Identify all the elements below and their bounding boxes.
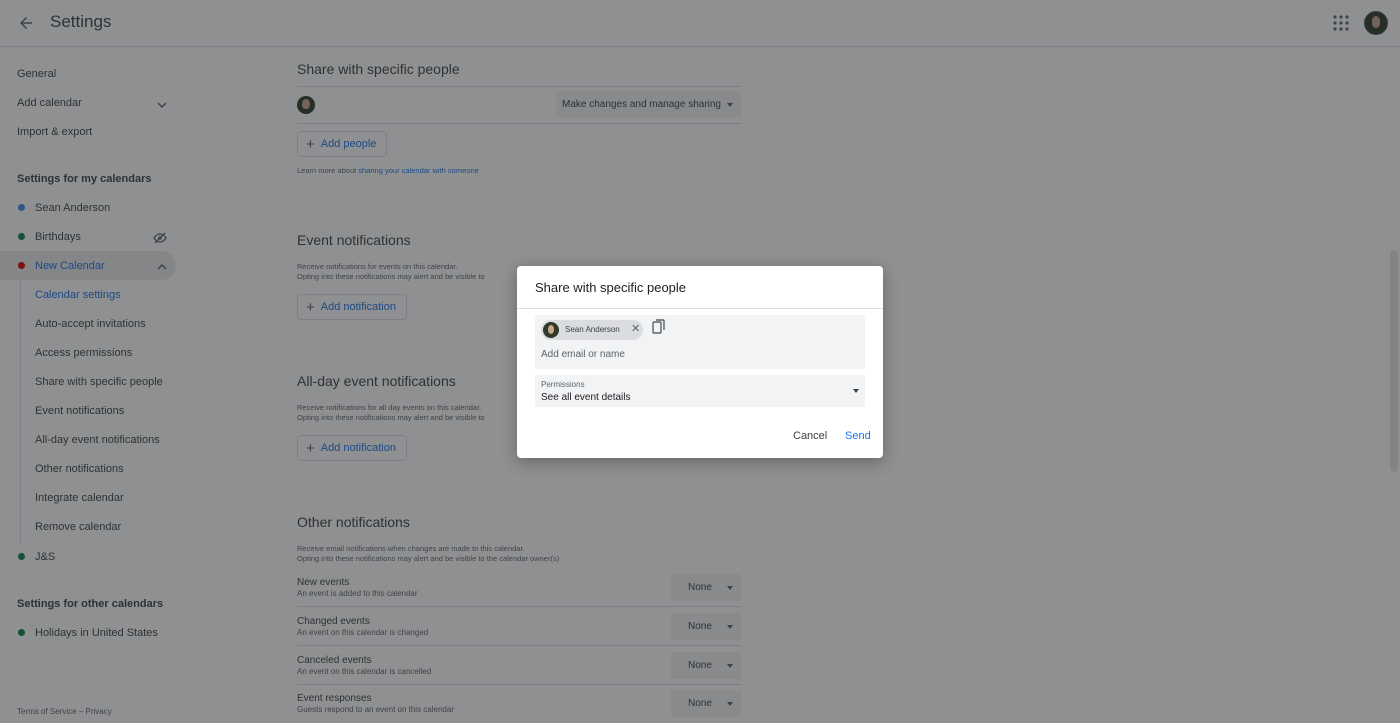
dropdown-caret-icon bbox=[853, 389, 859, 393]
person-chip[interactable]: Sean Anderson ✕ bbox=[541, 320, 643, 340]
chip-avatar bbox=[543, 322, 559, 338]
dialog-divider bbox=[517, 308, 883, 309]
dialog-title: Share with specific people bbox=[535, 280, 687, 295]
add-email-input[interactable] bbox=[541, 349, 841, 360]
send-button[interactable]: Send bbox=[845, 430, 871, 442]
people-field[interactable]: Sean Anderson ✕ bbox=[535, 315, 865, 369]
scrollbar-thumb[interactable] bbox=[1390, 250, 1398, 472]
remove-chip-close-icon[interactable]: ✕ bbox=[631, 322, 640, 335]
permissions-select[interactable]: Permissions See all event details bbox=[535, 375, 865, 407]
permissions-value: See all event details bbox=[541, 392, 631, 403]
permissions-label: Permissions bbox=[541, 380, 585, 389]
chip-name: Sean Anderson bbox=[565, 325, 620, 334]
share-dialog: Share with specific people Sean Anderson… bbox=[517, 266, 883, 458]
copy-icon[interactable] bbox=[652, 319, 666, 335]
cancel-button[interactable]: Cancel bbox=[793, 430, 827, 442]
